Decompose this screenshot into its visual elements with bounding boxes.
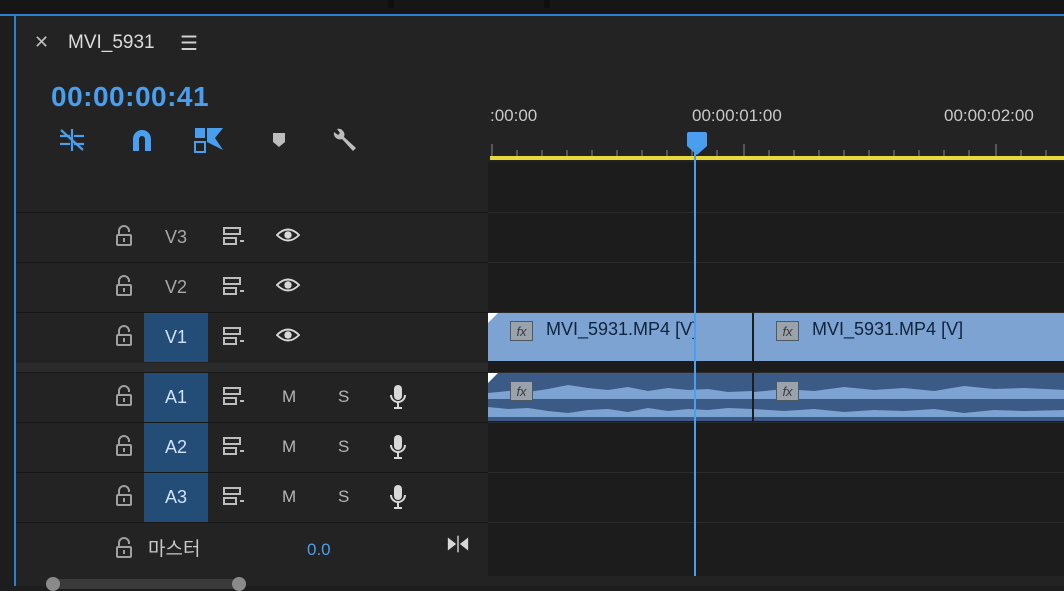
ruler-label: 00:00:01:00	[692, 106, 782, 125]
timeline-track-a1[interactable]: fx fx	[488, 372, 1064, 422]
video-clip[interactable]: fx MVI_5931.MP4 [V]	[488, 313, 752, 361]
eye-icon[interactable]	[276, 275, 300, 295]
snap-magnet-icon[interactable]	[128, 124, 156, 156]
sync-lock-icon[interactable]	[222, 225, 246, 247]
work-area-bar[interactable]	[490, 156, 1064, 160]
track-name-a2[interactable]: A2	[144, 423, 208, 472]
track-name-v3[interactable]: V3	[144, 213, 208, 262]
audio-clip[interactable]: fx	[488, 373, 752, 421]
fx-badge-icon: fx	[776, 321, 799, 341]
lock-open-icon[interactable]	[112, 275, 136, 297]
lock-open-icon[interactable]	[112, 485, 136, 507]
timeline-track-v2[interactable]	[488, 262, 1064, 312]
go-to-in-out-icon[interactable]	[446, 533, 470, 555]
sync-lock-icon[interactable]	[222, 485, 246, 507]
lock-open-icon[interactable]	[112, 385, 136, 407]
linked-selection-icon[interactable]	[192, 124, 226, 156]
timeline-track-master[interactable]	[488, 522, 1064, 577]
sync-lock-icon[interactable]	[222, 435, 246, 457]
audio-waveform	[754, 386, 1064, 417]
ruler-ticks	[491, 144, 1047, 156]
nest-sequence-toggle-icon[interactable]	[56, 124, 88, 156]
scrollbar-handle-left[interactable]	[46, 577, 60, 591]
clip-name: MVI_5931.MP4 [V]	[812, 319, 964, 339]
track-header-a2: A2 M S	[16, 422, 488, 472]
fx-badge-icon: fx	[510, 321, 533, 341]
solo-button[interactable]: S	[338, 387, 349, 407]
master-volume-value[interactable]: 0.0	[307, 540, 331, 560]
video-clip[interactable]: fx MVI_5931.MP4 [V]	[754, 313, 1064, 361]
playhead-handle[interactable]	[686, 132, 708, 156]
microphone-icon[interactable]	[386, 483, 410, 511]
track-header-v2: V2	[16, 262, 488, 312]
sync-lock-icon[interactable]	[222, 325, 246, 347]
close-icon[interactable]: ✕	[34, 32, 49, 53]
horizontal-zoom-scrollbar[interactable]	[46, 577, 246, 591]
sync-lock-icon[interactable]	[222, 275, 246, 297]
top-strip	[0, 0, 1064, 16]
panel-divider	[388, 0, 394, 8]
clip-corner	[488, 313, 498, 323]
sync-lock-icon[interactable]	[222, 385, 246, 407]
timeline-track-a3[interactable]	[488, 472, 1064, 522]
panel-divider	[544, 0, 550, 8]
lock-open-icon[interactable]	[112, 537, 136, 559]
track-header-master	[16, 522, 488, 577]
ruler-label: 00:00:02:00	[944, 106, 1034, 125]
mute-button[interactable]: M	[282, 387, 296, 407]
playhead-timecode[interactable]: 00:00:00:41	[51, 81, 209, 113]
eye-icon[interactable]	[276, 325, 300, 345]
panel-tab-bar: ✕ MVI_5931 ☰	[16, 16, 1064, 70]
mute-button[interactable]: M	[282, 487, 296, 507]
sequence-tab-title[interactable]: MVI_5931	[68, 32, 155, 54]
fx-badge-icon: fx	[510, 381, 533, 401]
microphone-icon[interactable]	[386, 383, 410, 411]
track-headers: V3 V2 V1 A1 M S A2 M S A3 M S	[16, 212, 488, 576]
solo-button[interactable]: S	[338, 487, 349, 507]
timeline-track-a2[interactable]	[488, 422, 1064, 472]
add-marker-icon[interactable]	[270, 124, 288, 156]
track-header-v1: V1	[16, 312, 488, 362]
ruler-label: :00:00	[490, 106, 538, 125]
track-name-a3[interactable]: A3	[144, 473, 208, 522]
mute-button[interactable]: M	[282, 437, 296, 457]
timeline-track-v3[interactable]	[488, 212, 1064, 262]
clip-name: MVI_5931.MP4 [V]	[546, 319, 698, 339]
eye-icon[interactable]	[276, 225, 300, 245]
solo-button[interactable]: S	[338, 437, 349, 457]
track-name-a1[interactable]: A1	[144, 373, 208, 422]
wrench-settings-icon[interactable]	[330, 124, 360, 156]
playhead-line[interactable]	[694, 146, 696, 576]
lock-open-icon[interactable]	[112, 225, 136, 247]
track-header-a1: A1 M S	[16, 372, 488, 422]
microphone-icon[interactable]	[386, 433, 410, 461]
lock-open-icon[interactable]	[112, 435, 136, 457]
master-track-label: 마스터	[148, 539, 201, 560]
hamburger-menu-icon[interactable]: ☰	[180, 31, 198, 56]
audio-clip[interactable]: fx	[754, 373, 1064, 421]
lock-open-icon[interactable]	[112, 325, 136, 347]
track-header-v3: V3	[16, 212, 488, 262]
timeline-track-v1[interactable]: fx MVI_5931.MP4 [V] fx MVI_5931.MP4 [V]	[488, 312, 1064, 362]
fx-badge-icon: fx	[776, 381, 799, 401]
track-header-a3: A3 M S	[16, 472, 488, 522]
time-ruler[interactable]: :00:00 00:00:01:00 00:00:02:00	[490, 70, 1064, 162]
timeline-tracks[interactable]: fx MVI_5931.MP4 [V] fx MVI_5931.MP4 [V] …	[488, 162, 1064, 576]
track-name-v2[interactable]: V2	[144, 263, 208, 312]
timeline-panel: ✕ MVI_5931 ☰ 00:00:00:41:00:00 00:00:01…	[14, 16, 1064, 591]
scrollbar-handle-right[interactable]	[232, 577, 246, 591]
track-name-v1[interactable]: V1	[144, 313, 208, 362]
